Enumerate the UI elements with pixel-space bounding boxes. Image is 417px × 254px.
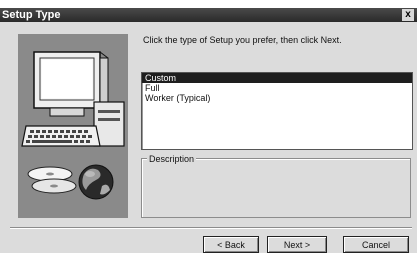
window-title: Setup Type xyxy=(2,9,61,21)
cancel-button[interactable]: Cancel xyxy=(343,236,409,253)
title-bar[interactable]: Setup Type x xyxy=(0,8,417,22)
setup-type-list[interactable]: Custom Full Worker (Typical) xyxy=(141,72,413,150)
close-button[interactable]: x xyxy=(402,9,414,21)
top-strip xyxy=(0,0,417,8)
list-item-full[interactable]: Full xyxy=(142,83,412,93)
illustration-graphic xyxy=(18,34,128,218)
description-group xyxy=(141,158,411,218)
keyboard-icon xyxy=(21,125,101,147)
button-separator xyxy=(10,227,412,229)
instruction-text: Click the type of Setup you prefer, then… xyxy=(143,35,342,45)
globe-icon xyxy=(78,164,114,200)
next-button[interactable]: Next > xyxy=(267,236,327,253)
back-button[interactable]: < Back xyxy=(203,236,259,253)
list-item-worker-typical[interactable]: Worker (Typical) xyxy=(142,93,412,103)
description-label: Description xyxy=(147,154,197,164)
setup-type-dialog: Setup Type x Click the type of Setup you… xyxy=(0,0,417,253)
setup-illustration xyxy=(18,34,128,218)
list-item-custom[interactable]: Custom xyxy=(142,73,412,83)
